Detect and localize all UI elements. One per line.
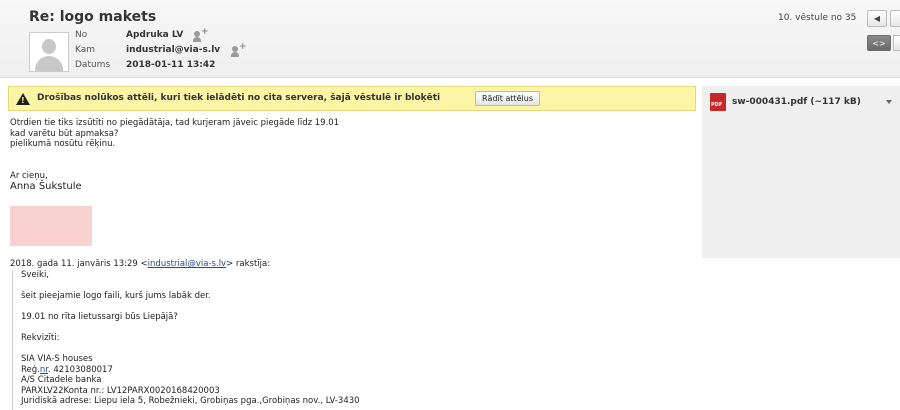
quote-greeting: Sveiki, — [21, 270, 50, 280]
quote-line: 19.01 no rīta lietussargi būs Liepājā? — [21, 312, 178, 322]
body-line: Otrdien tie tiks izsūtīti no piegādātāja… — [10, 118, 340, 128]
thread-counter: 10. vēstule no 35 — [778, 13, 857, 23]
message-header: Re: logo makets No Apdruka LV + Kam indu… — [0, 0, 900, 78]
show-images-button[interactable]: Rādīt attēlus — [475, 91, 540, 106]
to-value[interactable]: industrial@via-s.lv — [126, 45, 220, 55]
quote-email-link[interactable]: industrial@via-s.lv — [148, 259, 226, 269]
quote-line: PARXLV22Konta nr.: LV12PARX0020168420003 — [21, 385, 220, 396]
quote-header: 2018. gada 11. janvāris 13:29 <industria… — [10, 259, 271, 269]
from-label: No — [75, 30, 88, 40]
add-contact-icon[interactable]: + — [193, 27, 209, 42]
next-message-button[interactable] — [890, 10, 900, 27]
blocked-images-warning: ! Drošības nolūkos attēli, kuri tiek iel… — [8, 86, 696, 111]
warning-icon: ! — [16, 93, 30, 105]
code-icon: <> — [872, 38, 886, 48]
source-view-button[interactable]: <> — [867, 35, 891, 51]
quote-line: Rekvizīti: — [21, 333, 60, 343]
quote-line: Juridiskā adrese: Liepu iela 5, Robežnie… — [21, 396, 360, 406]
sender-avatar — [29, 32, 69, 72]
reg-link[interactable]: nr — [40, 365, 48, 375]
attachment-link[interactable]: sw-000431.pdf (~117 kB) — [732, 97, 861, 107]
body-line: pielikumā nosūtu rēķinu. — [10, 139, 116, 149]
blocked-image-placeholder — [10, 206, 92, 246]
quote-line: Reģ.nr. 42103080017 — [21, 364, 113, 375]
attachments-panel: PDF sw-000431.pdf (~117 kB) — [702, 86, 900, 258]
quote-line: šeit pieejamie logo faili, kurš jums lab… — [21, 291, 211, 301]
message-subject: Re: logo makets — [29, 9, 157, 25]
body-line: kad varētu būt apmaksa? — [10, 128, 119, 139]
signature-name: Anna Šukstule — [10, 181, 82, 192]
quoted-message: Sveiki, šeit pieejamie logo faili, kurš … — [12, 270, 692, 410]
to-label: Kam — [75, 45, 96, 55]
from-value[interactable]: Apdruka LV — [126, 30, 183, 40]
add-contact-icon[interactable]: + — [231, 42, 247, 57]
closing-text: Ar cieņu, — [10, 170, 48, 181]
quote-line: SIA VIA-S houses — [21, 354, 93, 364]
previous-message-button[interactable]: ◀ — [867, 10, 887, 27]
quote-line: A/S Citadele banka — [21, 375, 102, 385]
arrow-left-icon: ◀ — [873, 14, 881, 23]
date-value: 2018-01-11 13:42 — [126, 60, 216, 70]
chevron-down-icon[interactable] — [886, 100, 892, 104]
warning-text: Drošības nolūkos attēli, kuri tiek ielād… — [37, 93, 441, 103]
date-label: Datums — [75, 60, 111, 70]
pdf-file-icon: PDF — [710, 93, 726, 111]
message-body: Otrdien tie tiks izsūtīti no piegādātāja… — [10, 118, 690, 193]
view-option-button[interactable] — [893, 35, 900, 51]
